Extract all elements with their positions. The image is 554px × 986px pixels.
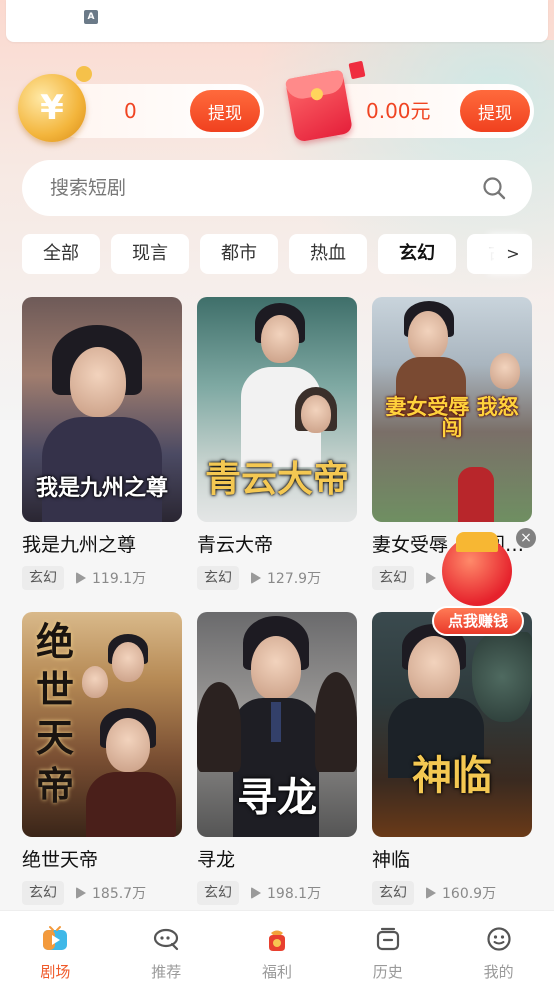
earn-money-button[interactable]: 点我赚钱	[432, 606, 524, 636]
drama-meta: 玄幻 185.7万	[22, 881, 182, 905]
drama-meta: 玄幻 198.1万	[197, 881, 357, 905]
nav-theater[interactable]: 剧场	[0, 911, 111, 986]
bottom-navigation: 剧场 推荐 福利 历史 我的	[0, 910, 554, 986]
view-count: 127.9万	[251, 568, 321, 588]
nav-profile[interactable]: 我的	[443, 911, 554, 986]
genre-badge: 玄幻	[197, 566, 239, 590]
coin-icon: ¥	[18, 66, 92, 142]
chat-bubble-icon	[154, 928, 179, 951]
nav-label: 剧场	[40, 963, 71, 981]
genre-badge: 玄幻	[22, 881, 64, 905]
drama-title: 绝世天帝	[22, 849, 99, 871]
play-icon	[251, 572, 261, 584]
cash-withdraw-button[interactable]: 提现	[460, 90, 530, 132]
drama-meta: 玄幻 127.9万	[197, 566, 357, 590]
drama-poster[interactable]: 青云大帝	[197, 297, 357, 522]
tab-romance[interactable]: 现言	[111, 234, 189, 274]
drama-poster[interactable]: 绝世天帝	[22, 612, 182, 837]
history-icon	[376, 927, 399, 951]
drama-poster[interactable]: 寻龙	[197, 612, 357, 837]
more-categories-button[interactable]: >	[494, 234, 532, 274]
drama-meta: 玄幻 160.9万	[372, 881, 532, 905]
tab-urban[interactable]: 都市	[200, 234, 278, 274]
tv-icon	[43, 926, 68, 950]
smiley-icon	[486, 927, 511, 951]
drama-title: 青云大帝	[197, 534, 274, 556]
play-icon	[251, 887, 261, 899]
close-icon[interactable]: ×	[516, 528, 536, 548]
category-tabs: 全部 现言 都市 热血 玄幻 古	[22, 234, 502, 274]
view-count: 198.1万	[251, 883, 321, 903]
nav-label: 推荐	[151, 963, 182, 981]
genre-badge: 玄幻	[22, 566, 64, 590]
drama-meta: 玄幻 119.1万	[22, 566, 182, 590]
view-count: 119.1万	[76, 568, 146, 588]
tab-fantasy[interactable]: 玄幻	[378, 234, 456, 274]
view-count: 160.9万	[426, 883, 496, 903]
search-input[interactable]	[50, 160, 450, 216]
cash-balance-card: 0.00元 提现	[320, 84, 534, 138]
gift-box-icon	[442, 532, 512, 606]
search-bar[interactable]	[22, 160, 532, 216]
small-coin-icon	[76, 66, 92, 82]
play-icon	[76, 887, 86, 899]
nav-history[interactable]: 历史	[332, 911, 443, 986]
poster-title: 神临	[412, 752, 492, 799]
genre-badge: 玄幻	[372, 566, 414, 590]
drama-title: 我是九州之尊	[22, 534, 137, 556]
chevron-right-icon: >	[506, 244, 520, 263]
nav-label: 历史	[372, 963, 403, 981]
tab-all[interactable]: 全部	[22, 234, 100, 274]
play-icon	[76, 572, 86, 584]
search-icon[interactable]	[482, 176, 506, 200]
drama-card[interactable]: 寻龙 寻龙 玄幻 198.1万	[197, 612, 357, 905]
drama-card[interactable]: 青云大帝 青云大帝 玄幻 127.9万	[197, 297, 357, 590]
drama-card[interactable]: 绝世天帝 绝世天帝 玄幻 185.7万	[22, 612, 182, 905]
drama-poster[interactable]: 我是九州之尊	[22, 297, 182, 522]
status-bar: A	[6, 0, 548, 42]
drama-poster[interactable]: 神临	[372, 612, 532, 837]
nav-label: 我的	[483, 963, 514, 981]
red-envelope-icon	[284, 69, 354, 143]
nav-recommend[interactable]: 推荐	[111, 911, 222, 986]
genre-badge: 玄幻	[372, 881, 414, 905]
view-count: 185.7万	[76, 883, 146, 903]
drama-card[interactable]: 我是九州之尊 我是九州之尊 玄幻 119.1万	[22, 297, 182, 590]
poster-title: 绝世天帝	[35, 619, 74, 808]
poster-title: 妻女受辱 我怒闯	[385, 395, 519, 440]
tab-action[interactable]: 热血	[289, 234, 367, 274]
drama-card[interactable]: 神临 神临 玄幻 160.9万	[372, 612, 532, 905]
drama-poster[interactable]: 妻女受辱 我怒闯	[372, 297, 532, 522]
poster-title: 寻龙	[237, 774, 317, 821]
envelope-tag-icon	[348, 60, 366, 80]
nav-label: 福利	[261, 963, 292, 981]
genre-badge: 玄幻	[197, 881, 239, 905]
lucky-bag-icon	[268, 930, 285, 951]
nav-welfare[interactable]: 福利	[222, 911, 333, 986]
poster-title: 我是九州之尊	[35, 475, 168, 501]
play-icon	[426, 887, 436, 899]
coin-withdraw-button[interactable]: 提现	[190, 90, 260, 132]
cash-balance-value: 0.00元	[366, 99, 431, 123]
drama-title: 神临	[372, 849, 411, 871]
poster-title: 青云大帝	[204, 458, 349, 500]
app-badge-icon: A	[84, 10, 98, 24]
drama-title: 寻龙	[197, 849, 236, 871]
coin-balance-value: 0	[124, 99, 137, 123]
